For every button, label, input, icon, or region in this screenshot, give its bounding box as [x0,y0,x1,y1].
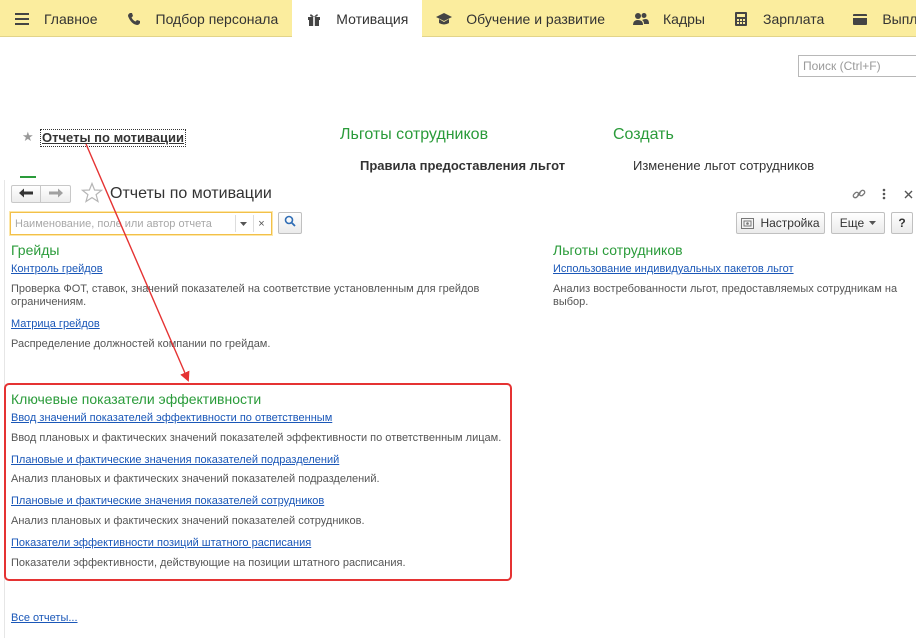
menu-item-motivation[interactable]: Мотивация [292,0,423,37]
menu-item-label: Кадры [663,10,705,27]
form-header: Отчеты по мотивации [5,180,916,208]
menu-item-personnel[interactable]: Кадры [619,0,719,37]
chevron-down-icon [869,221,877,225]
hidden-section-fragment [20,176,36,178]
menu-item-training[interactable]: Обучение и развитие [422,0,619,37]
close-icon[interactable] [900,186,916,202]
menu-item-label: Обучение и развитие [466,10,606,27]
menu-item-label: Подбор персонала [155,10,279,27]
favorite-star-icon[interactable] [80,181,104,209]
benefits-report-section-title: Льготы сотрудников [553,242,683,258]
kpi-section-title: Ключевые показатели эффективности [11,391,262,407]
menu-item-label: Зарплата [763,10,825,27]
report-filter-input[interactable] [11,213,233,234]
grades-section-title: Грейды [11,242,60,258]
top-menu: Главное Подбор персонала Мотивация Обуче… [0,0,916,37]
graduation-cap-icon [436,11,453,27]
motivation-reports-link[interactable]: Отчеты по мотивации [40,129,187,147]
menu-item-label: Выплаты [882,10,916,27]
form-title: Отчеты по мотивации [110,185,272,202]
benefit-rules-link[interactable]: Правила предоставления льгот [360,158,565,173]
help-button[interactable]: ? [891,212,913,234]
report-desc-grade-control: Проверка ФОТ, ставок, значений показател… [11,283,480,308]
report-desc-grade-matrix: Распределение должностей компании по гре… [11,338,271,350]
search-icon [284,214,296,232]
search-button[interactable] [278,212,302,234]
settings-icon [741,217,755,229]
more-button[interactable]: Еще [831,212,885,234]
report-filter-field: × [10,212,272,235]
more-vertical-icon[interactable] [876,186,892,202]
menu-item-label: Главное [44,10,98,27]
dropdown-button[interactable] [235,215,251,232]
forward-button[interactable] [41,185,71,203]
settings-button[interactable]: Настройка [736,212,825,234]
menu-item-main[interactable]: Главное [0,0,112,37]
report-desc-kpi-input: Ввод плановых и фактических значений пок… [11,432,502,444]
report-desc-kpi-employees: Анализ плановых и фактических значений п… [11,515,365,527]
report-link-grade-matrix[interactable]: Матрица грейдов [11,318,100,330]
report-link-kpi-positions[interactable]: Показатели эффективности позиций штатног… [11,537,311,549]
report-desc-benefit-packages: Анализ востребованности льгот, предостав… [553,283,898,308]
report-desc-kpi-positions: Показатели эффективности, действующие на… [11,557,406,569]
settings-label: Настройка [760,216,820,230]
gift-icon [306,11,322,27]
star-icon[interactable]: ★ [22,129,34,145]
clear-button[interactable]: × [253,215,269,232]
more-label: Еще [839,216,865,230]
hamburger-icon [14,11,30,27]
menu-item-payments[interactable]: Выплаты [838,0,916,37]
global-search-input[interactable]: Поиск (Ctrl+F) [798,55,916,77]
benefit-change-link[interactable]: Изменение льгот сотрудников [633,158,814,173]
arrow-right-icon [48,185,63,203]
arrow-left-icon [19,185,33,203]
people-icon [633,11,650,27]
menu-item-recruitment[interactable]: Подбор персонала [112,0,293,37]
report-link-grade-control[interactable]: Контроль грейдов [11,263,103,275]
phone-icon [126,11,142,27]
menu-item-salary[interactable]: Зарплата [719,0,838,37]
menu-item-label: Мотивация [336,10,409,27]
benefits-section-title: Льготы сотрудников [340,126,489,143]
back-button[interactable] [11,185,41,203]
report-link-kpi-departments[interactable]: Плановые и фактические значения показате… [11,454,339,466]
report-link-benefit-packages[interactable]: Использование индивидуальных пакетов льг… [553,263,794,275]
link-icon[interactable] [851,186,867,202]
report-link-kpi-employees[interactable]: Плановые и фактические значения показате… [11,495,324,507]
wallet-icon [852,11,868,27]
calculator-icon [733,11,749,27]
report-link-kpi-input[interactable]: Ввод значений показателей эффективности … [11,412,332,424]
all-reports-link[interactable]: Все отчеты... [11,612,78,624]
create-section-title: Создать [613,126,674,143]
clear-icon: × [258,217,265,230]
report-desc-kpi-departments: Анализ плановых и фактических значений п… [11,473,380,485]
